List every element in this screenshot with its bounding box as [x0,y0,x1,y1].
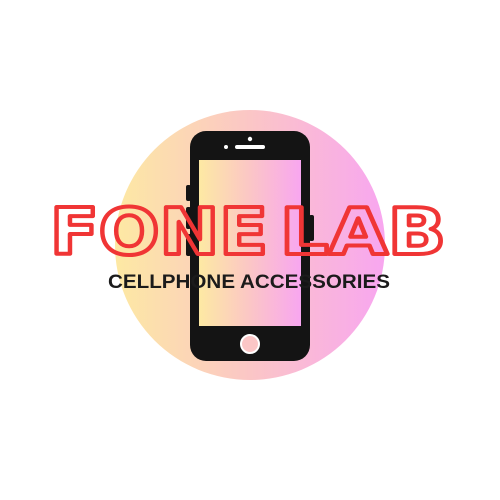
fonelab-logo: FONE LAB CELLPHONE ACCESSORIES [48,110,448,380]
brand-word-fone: FONE [50,196,268,270]
phone-home-button [240,334,260,354]
phone-sensor [224,145,228,149]
tagline: CELLPHONE ACCESSORIES [108,272,390,293]
phone-camera [247,136,253,142]
phone-speaker [235,145,265,149]
brand-word-lab: LAB [280,196,446,270]
brand-name: FONE LAB [48,194,448,272]
